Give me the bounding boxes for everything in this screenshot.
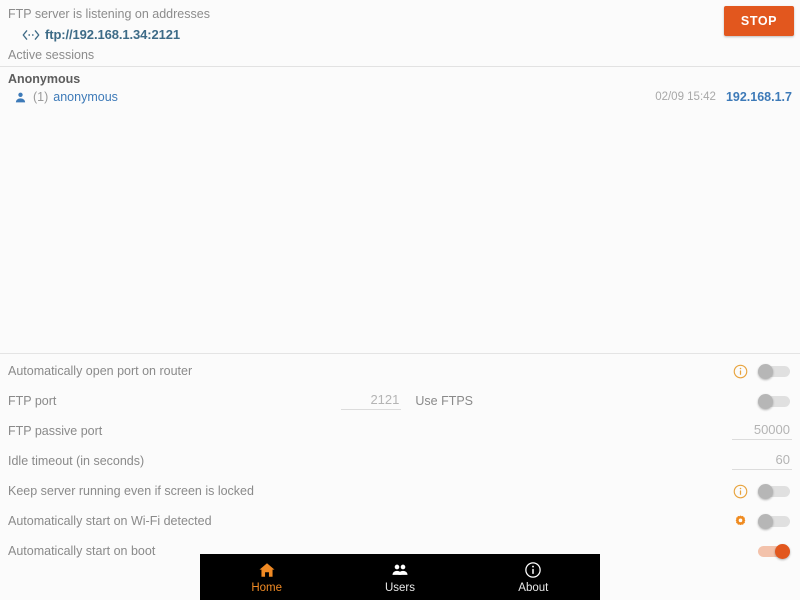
setting-row-ftp-port[interactable]: FTP port 2121 Use FTPS	[0, 386, 800, 416]
nav-item-home[interactable]: Home	[200, 559, 333, 595]
ftp-passive-port-input[interactable]: 50000	[732, 422, 792, 440]
ftp-url-row[interactable]: ftp://192.168.1.34:2121	[0, 27, 800, 43]
setting-label: Idle timeout (in seconds)	[8, 454, 145, 468]
setting-label: FTP passive port	[8, 424, 103, 438]
toggle-thumb	[758, 514, 773, 529]
users-icon	[391, 561, 409, 579]
toggle-autostart-boot[interactable]	[758, 544, 790, 559]
nav-label-users: Users	[384, 582, 415, 594]
stop-button[interactable]: STOP	[724, 6, 794, 36]
toggle-thumb	[775, 544, 790, 559]
listening-label: FTP server is listening on addresses	[8, 7, 210, 21]
toggle-keep-running[interactable]	[758, 484, 790, 499]
idle-timeout-input[interactable]: 60	[732, 452, 792, 470]
session-group-title: Anonymous	[8, 72, 81, 86]
toggle-thumb	[758, 394, 773, 409]
setting-row-ftp-passive-port[interactable]: FTP passive port 50000	[0, 416, 800, 446]
gear-icon[interactable]	[733, 514, 748, 529]
info-icon	[524, 561, 542, 579]
toggle-thumb	[758, 484, 773, 499]
toggle-use-ftps[interactable]	[758, 394, 790, 409]
server-status-area: FTP server is listening on addresses ftp…	[0, 0, 800, 43]
ftp-port-input[interactable]: 2121	[341, 392, 402, 410]
setting-label: Automatically start on boot	[8, 544, 156, 558]
nav-label-about: About	[518, 582, 549, 594]
session-ip-address: 192.168.1.7	[725, 90, 792, 104]
ftp-url-text[interactable]: ftp://192.168.1.34:2121	[45, 27, 180, 43]
setting-label: Keep server running even if screen is lo…	[8, 484, 254, 498]
session-timestamp: 02/09 15:42	[655, 91, 716, 103]
nav-label-home: Home	[251, 582, 282, 594]
content-empty-area	[0, 107, 800, 353]
setting-label: FTP port	[8, 394, 57, 408]
session-count: (1)	[33, 90, 49, 104]
nav-item-users[interactable]: Users	[333, 559, 466, 595]
toggle-thumb	[758, 364, 773, 379]
setting-label: Automatically start on Wi-Fi detected	[8, 514, 212, 528]
info-icon[interactable]	[733, 484, 748, 499]
link-arrows-icon	[22, 28, 40, 42]
toggle-auto-open-port[interactable]	[758, 364, 790, 379]
setting-row-autostart-wifi[interactable]: Automatically start on Wi-Fi detected	[0, 506, 800, 536]
setting-row-auto-open-port[interactable]: Automatically open port on router	[0, 356, 800, 386]
nav-item-about[interactable]: About	[467, 559, 600, 595]
info-icon[interactable]	[733, 364, 748, 379]
bottom-navigation-bar: Home Users About	[200, 554, 600, 600]
person-icon	[14, 91, 27, 104]
setting-row-keep-running[interactable]: Keep server running even if screen is lo…	[0, 476, 800, 506]
use-ftps-label: Use FTPS	[415, 394, 474, 408]
setting-row-idle-timeout[interactable]: Idle timeout (in seconds) 60	[0, 446, 800, 476]
setting-label: Automatically open port on router	[8, 364, 193, 378]
home-icon	[258, 561, 276, 579]
settings-list: Automatically open port on router FTP po…	[0, 353, 800, 566]
session-row[interactable]: (1) anonymous 02/09 15:42 192.168.1.7	[0, 87, 800, 107]
toggle-autostart-wifi[interactable]	[758, 514, 790, 529]
active-sessions-header: Active sessions	[0, 43, 800, 67]
session-username[interactable]: anonymous	[53, 89, 118, 105]
session-group: Anonymous (1) anonymous 02/09 15:42 192.…	[0, 67, 800, 107]
